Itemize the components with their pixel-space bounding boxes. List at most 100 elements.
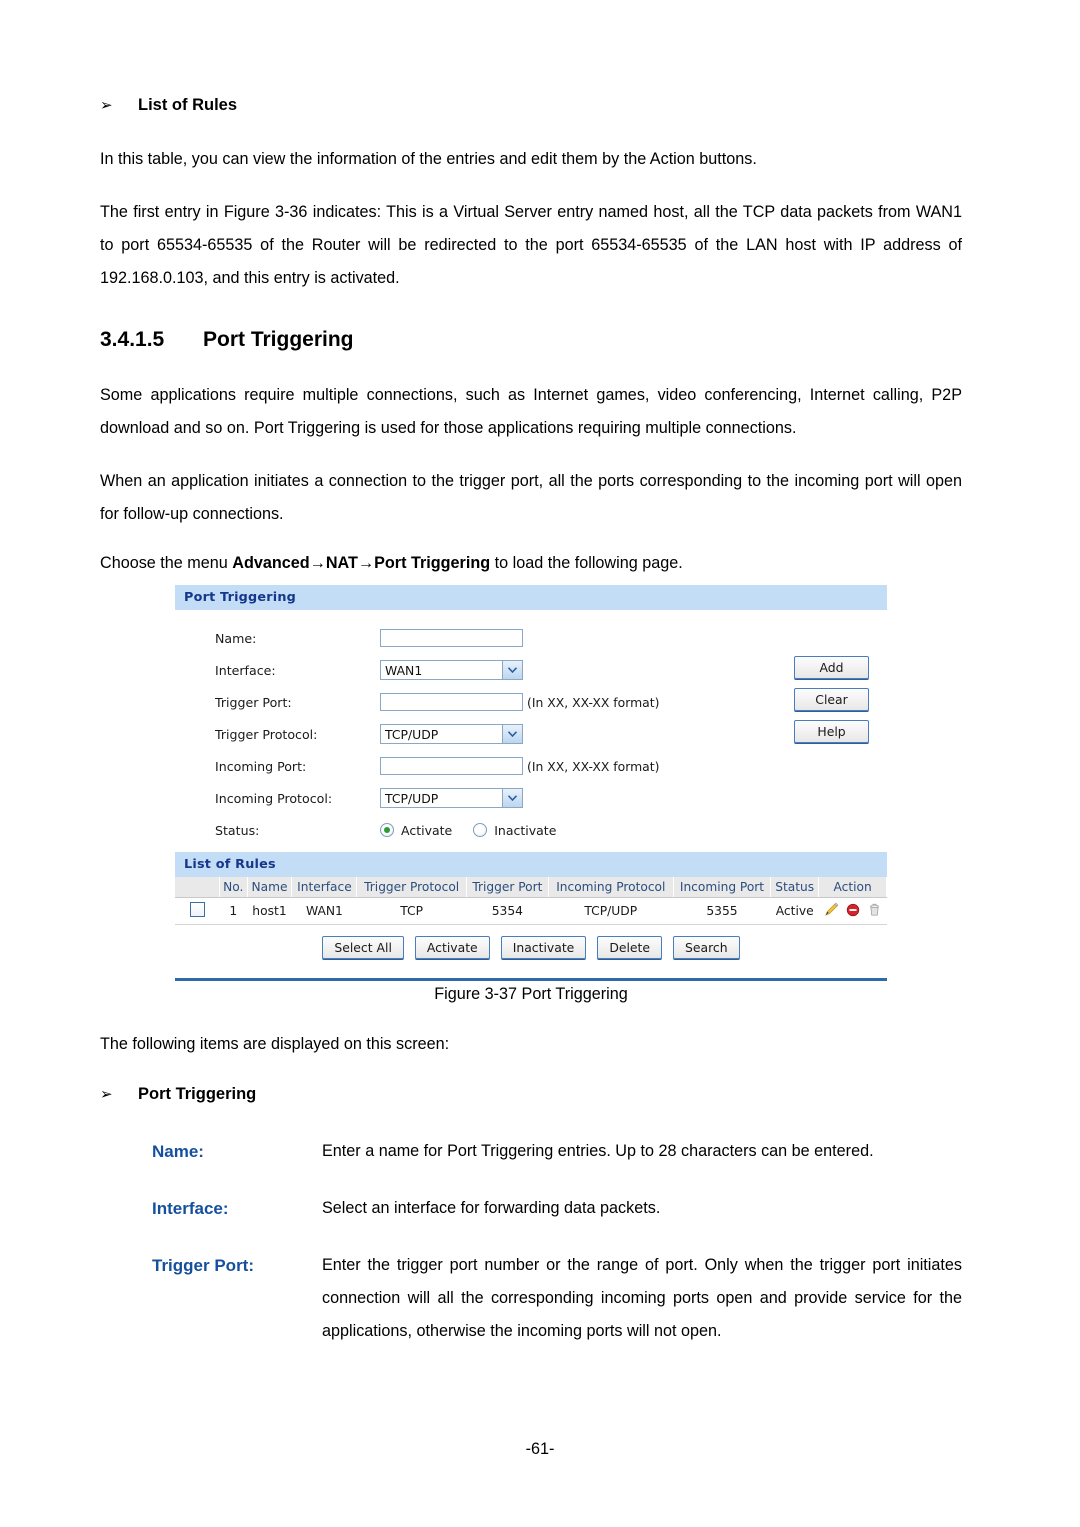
form-row-name: Name: <box>175 622 887 654</box>
form-side-buttons: Add Clear Help <box>794 656 869 743</box>
port-triggering-form: Name: Interface: WAN1 Trigger Port: (In … <box>175 610 887 852</box>
bullet-heading-port-triggering: ➢ Port Triggering <box>100 1085 962 1104</box>
block-icon[interactable] <box>846 903 860 920</box>
col-incoming-protocol: Incoming Protocol <box>548 877 674 898</box>
rules-table-header: No. Name Interface Trigger Protocol Trig… <box>175 877 887 898</box>
label-interface: Interface: <box>215 662 276 678</box>
label-name: Name: <box>215 630 257 646</box>
page-content-lower: Figure 3-37 Port Triggering The followin… <box>100 985 962 1348</box>
cell-incoming-protocol: TCP/UDP <box>548 897 674 925</box>
table-row: 1 host1 WAN1 TCP 5354 TCP/UDP 5355 Activ… <box>175 897 887 925</box>
label-incoming-port: Incoming Port: <box>215 758 307 774</box>
chevron-down-icon <box>502 661 522 679</box>
chevron-down-icon <box>502 725 522 743</box>
trigger-port-format-hint: (In XX, XX-XX format) <box>527 694 660 710</box>
definition-name: Name: Enter a name for Port Triggering e… <box>100 1135 962 1168</box>
figure-caption: Figure 3-37 Port Triggering <box>434 985 628 1003</box>
definition-interface: Interface: Select an interface for forwa… <box>100 1192 962 1225</box>
form-row-trigger-protocol: Trigger Protocol: TCP/UDP <box>175 718 887 750</box>
col-interface: Interface <box>291 877 358 898</box>
section-heading-port-triggering: 3.4.1.5 Port Triggering <box>100 328 962 352</box>
radio-activate[interactable] <box>380 823 394 837</box>
incoming-protocol-select-value: TCP/UDP <box>385 790 439 806</box>
definition-desc-name: Enter a name for Port Triggering entries… <box>322 1142 874 1160</box>
radio-inactivate[interactable] <box>473 823 488 837</box>
menu-sentence-prefix: Choose the menu <box>100 554 233 572</box>
col-action: Action <box>818 877 887 898</box>
cell-no: 1 <box>219 897 248 925</box>
row-checkbox[interactable] <box>189 902 205 917</box>
interface-select-value: WAN1 <box>385 662 423 678</box>
panel-header-port-triggering: Port Triggering <box>175 585 887 610</box>
trigger-protocol-select[interactable]: TCP/UDP <box>380 724 523 744</box>
bullet-heading-label: List of Rules <box>138 96 238 114</box>
label-trigger-protocol: Trigger Protocol: <box>215 726 318 742</box>
chevron-down-icon <box>502 789 522 807</box>
panel-header-list-of-rules: List of Rules <box>175 852 887 877</box>
bullet-arrow-icon: ➢ <box>100 1086 113 1103</box>
name-input[interactable] <box>380 629 523 647</box>
col-trigger-port: Trigger Port <box>466 877 549 898</box>
label-trigger-port: Trigger Port: <box>215 694 292 710</box>
bullet-heading-label: Port Triggering <box>138 1085 257 1103</box>
cell-interface: WAN1 <box>291 897 357 925</box>
panel-bottom-rule <box>175 978 887 981</box>
form-row-trigger-port: Trigger Port: (In XX, XX-XX format) <box>175 686 887 718</box>
form-row-status: Status: Activate Inactivate <box>175 814 887 846</box>
form-row-incoming-protocol: Incoming Protocol: TCP/UDP <box>175 782 887 814</box>
trigger-port-input[interactable] <box>380 693 523 711</box>
help-button[interactable]: Help <box>794 720 869 743</box>
col-select <box>175 877 220 898</box>
add-button[interactable]: Add <box>794 656 869 679</box>
items-intro: The following items are displayed on thi… <box>100 1035 450 1053</box>
delete-trash-icon[interactable] <box>867 902 882 920</box>
row-checkbox-cell <box>175 897 220 925</box>
form-row-incoming-port: Incoming Port: (In XX, XX-XX format) <box>175 750 887 782</box>
definition-term-trigger-port: Trigger Port: <box>152 1256 255 1275</box>
definition-term-name: Name: <box>152 1142 204 1161</box>
select-all-button[interactable]: Select All <box>322 936 404 959</box>
incoming-protocol-select[interactable]: TCP/UDP <box>380 788 523 808</box>
rules-table: No. Name Interface Trigger Protocol Trig… <box>175 877 887 925</box>
rules-table-buttons: Select All Activate Inactivate Delete Se… <box>175 925 887 972</box>
interface-select[interactable]: WAN1 <box>380 660 523 680</box>
activate-button[interactable]: Activate <box>414 936 490 959</box>
delete-button[interactable]: Delete <box>597 936 663 959</box>
definition-desc-trigger-port: Enter the trigger port number or the ran… <box>322 1256 962 1340</box>
clear-button[interactable]: Clear <box>794 688 869 711</box>
bullet-arrow-icon: ➢ <box>100 97 113 114</box>
label-incoming-protocol: Incoming Protocol: <box>215 790 333 806</box>
paragraph-menu-path: Choose the menu Advanced→NAT→Port Trigge… <box>100 547 962 580</box>
cell-trigger-protocol: TCP <box>356 897 467 925</box>
radio-activate-label: Activate <box>401 822 453 838</box>
col-name: Name <box>247 877 293 898</box>
section-number: 3.4.1.5 <box>100 328 165 351</box>
form-row-interface: Interface: WAN1 <box>175 654 887 686</box>
edit-pencil-icon[interactable] <box>824 902 839 920</box>
paragraph-list-of-rules-1: In this table, you can view the informat… <box>100 150 757 168</box>
status-radio-group: Activate Inactivate <box>380 823 570 838</box>
menu-sentence-suffix: to load the following page. <box>490 554 683 572</box>
paragraph-list-of-rules-2: The first entry in Figure 3-36 indicates… <box>100 203 962 287</box>
page-number: -61- <box>525 1440 555 1458</box>
menu-path-text: Advanced→NAT→Port Triggering <box>232 554 491 572</box>
radio-inactivate-label: Inactivate <box>494 822 557 838</box>
action-icons <box>821 902 885 920</box>
col-status: Status <box>770 877 820 898</box>
col-trigger-protocol: Trigger Protocol <box>356 877 467 898</box>
table-header-row: No. Name Interface Trigger Protocol Trig… <box>175 877 887 898</box>
bullet-heading-list-of-rules: ➢ List of Rules <box>100 96 962 115</box>
cell-trigger-port: 5354 <box>466 897 549 925</box>
col-incoming-port: Incoming Port <box>673 877 772 898</box>
rules-table-body: 1 host1 WAN1 TCP 5354 TCP/UDP 5355 Activ… <box>175 897 887 925</box>
section-title: Port Triggering <box>203 328 354 351</box>
definition-desc-interface: Select an interface for forwarding data … <box>322 1199 661 1217</box>
paragraph-port-triggering-1: Some applications require multiple conne… <box>100 386 962 437</box>
inactivate-button[interactable]: Inactivate <box>500 936 587 959</box>
cell-incoming-port: 5355 <box>673 897 771 925</box>
incoming-port-input[interactable] <box>380 757 523 775</box>
cell-status: Active <box>770 897 819 925</box>
search-button[interactable]: Search <box>673 936 740 959</box>
trigger-protocol-select-value: TCP/UDP <box>385 726 439 742</box>
cell-action <box>818 897 887 925</box>
